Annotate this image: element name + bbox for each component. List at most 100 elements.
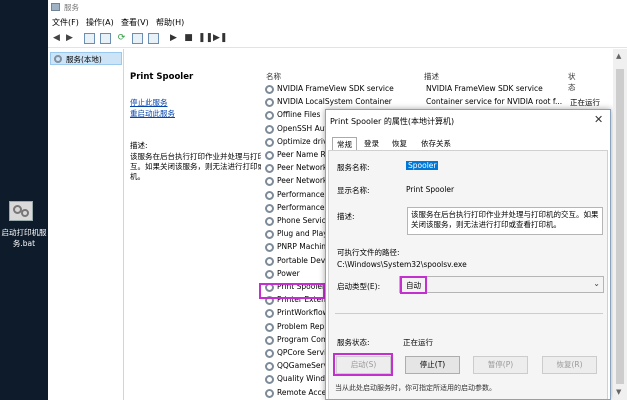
close-icon[interactable]: ✕ xyxy=(594,113,603,126)
gear-icon xyxy=(265,243,274,253)
gear-icon xyxy=(265,349,274,358)
service-name: Offline Files xyxy=(277,110,321,120)
gear-icon xyxy=(265,124,274,134)
gear-icon xyxy=(265,111,274,121)
gear-icon xyxy=(265,309,274,319)
menu-action[interactable]: 操作(A) xyxy=(86,17,114,28)
pause-button[interactable]: 暂停(P) xyxy=(473,356,528,374)
tree-item-services-local[interactable]: 服务(本地) xyxy=(50,52,122,65)
menu-file[interactable]: 文件(F) xyxy=(52,17,79,28)
description-box[interactable]: 该服务在后台执行打印作业并处理与打印机的交互。如果关闭该服务，则无法进行打印或查… xyxy=(407,207,603,235)
detail-title: Print Spooler xyxy=(130,72,194,82)
service-name: NVIDIA FrameView SDK service xyxy=(277,84,394,93)
scrollbar-thumb[interactable] xyxy=(616,69,624,384)
scroll-up-icon[interactable]: ▲ xyxy=(616,52,621,60)
startup-type-label: 启动类型(E): xyxy=(337,282,381,291)
service-status-value: 正在运行 xyxy=(403,338,433,347)
gear-icon xyxy=(265,269,274,279)
gear-icon xyxy=(265,322,274,332)
column-name[interactable]: 名称 xyxy=(266,71,281,82)
startup-type-value: 自动 xyxy=(400,276,427,294)
start-service-icon[interactable]: ▶ xyxy=(168,33,179,44)
desktop-icon-label-line2: 务.bat xyxy=(12,239,36,248)
vertical-scrollbar[interactable]: ▲ ▼ xyxy=(613,49,627,400)
service-name: QQGameServ xyxy=(277,361,329,371)
pause-service-icon[interactable]: ❚❚ xyxy=(198,33,213,44)
tree-item-label: 服务(本地) xyxy=(66,55,102,64)
bat-file-icon[interactable] xyxy=(9,201,33,221)
gear-icon xyxy=(265,362,274,372)
startup-type-select[interactable]: ⌄ xyxy=(399,276,604,293)
window-title: 服务 xyxy=(64,3,79,12)
start-button-highlight xyxy=(333,353,393,376)
display-name-value[interactable]: Print Spooler xyxy=(406,185,454,194)
service-name: OpenSSH Aut xyxy=(277,123,328,133)
dialog-title: Print Spooler 的属性(本地计算机) xyxy=(330,117,455,126)
properties-icon[interactable] xyxy=(100,33,111,44)
tab-logon[interactable]: 登录 xyxy=(360,137,383,150)
gear-icon xyxy=(265,164,274,174)
gear-icon xyxy=(265,256,274,266)
gear-icon xyxy=(265,335,274,345)
service-name-label: 服务名称: xyxy=(337,163,370,172)
properties-dialog: Print Spooler 的属性(本地计算机) ✕ 常规 登录 恢复 依存关系… xyxy=(325,109,611,400)
gear-icon xyxy=(265,177,274,187)
exe-path-value: C:\Windows\System32\spoolsv.exe xyxy=(337,260,467,269)
display-name-label: 显示名称: xyxy=(337,186,370,195)
show-tree-icon[interactable] xyxy=(84,33,95,44)
gear-icon xyxy=(265,137,274,147)
service-name: Peer Network xyxy=(277,163,328,173)
gear-icon xyxy=(265,388,274,398)
service-name: Peer Name R xyxy=(277,150,326,159)
chevron-down-icon: ⌄ xyxy=(593,279,600,288)
toolbar: ◀ ▶ ⟳ ▶ ■ ❚❚ ▶❚ xyxy=(48,30,627,48)
column-description[interactable]: 描述 xyxy=(424,71,439,82)
service-name: Plug and Play xyxy=(277,229,328,239)
service-name: NVIDIA LocalSystem Container xyxy=(277,97,392,107)
stop-button[interactable]: 停止(T) xyxy=(405,356,460,374)
tab-dependencies[interactable]: 依存关系 xyxy=(417,137,455,150)
refresh-icon[interactable]: ⟳ xyxy=(116,33,127,44)
desktop-icon-label[interactable]: 启动打印机服 务.bat xyxy=(0,227,48,249)
tab-general[interactable]: 常规 xyxy=(332,137,357,150)
service-name-value[interactable]: Spooler xyxy=(406,161,439,170)
tab-recovery[interactable]: 恢复 xyxy=(388,137,411,150)
stop-service-link[interactable]: 停止此服务 xyxy=(130,97,168,108)
service-name: PrintWorkflow xyxy=(277,308,329,318)
service-name: Program Com xyxy=(277,334,329,344)
stop-service-icon[interactable]: ■ xyxy=(183,33,194,44)
service-name: Problem Rep xyxy=(277,321,325,331)
menu-bar: 文件(F) 操作(A) 查看(V) 帮助(H) xyxy=(48,14,627,30)
menu-view[interactable]: 查看(V) xyxy=(121,17,149,28)
desktop-icon-label-line1: 启动打印机服 xyxy=(1,228,47,237)
description-label: 描述: xyxy=(337,212,355,221)
services-app-icon xyxy=(51,3,60,11)
gear-icon xyxy=(265,151,274,160)
back-arrow-icon[interactable]: ◀ xyxy=(51,33,62,44)
exe-path-label: 可执行文件的路径: xyxy=(337,248,400,257)
service-name: Optimize driv xyxy=(277,136,328,146)
service-name: Portable Devi xyxy=(277,255,328,265)
resume-button[interactable]: 恢复(R) xyxy=(542,356,597,374)
service-description: NVIDIA FrameView SDK service xyxy=(426,84,543,93)
service-name: Performance xyxy=(277,189,325,199)
scroll-down-icon[interactable]: ▼ xyxy=(616,388,621,396)
divider xyxy=(335,313,603,314)
service-name: Phone Servic xyxy=(277,216,326,225)
restart-service-link[interactable]: 重启动此服务 xyxy=(130,108,175,119)
gear-icon xyxy=(54,55,62,63)
gear-icon xyxy=(265,85,274,94)
start-parameters-hint: 当从此处启动服务时，你可指定所适用的启动参数。 xyxy=(335,384,496,392)
dialog-tabs: 常规 登录 恢复 依存关系 xyxy=(326,136,610,150)
restart-service-icon[interactable]: ▶❚ xyxy=(213,33,227,44)
table-row[interactable]: NVIDIA LocalSystem Container Container se… xyxy=(261,96,600,109)
service-name: Peer Network xyxy=(277,176,328,186)
gear-icon xyxy=(265,203,274,213)
table-row[interactable]: NVIDIA FrameView SDK service NVIDIA Frame… xyxy=(261,83,579,96)
help-icon[interactable] xyxy=(148,33,159,44)
service-status-label: 服务状态: xyxy=(337,338,370,347)
export-list-icon[interactable] xyxy=(132,33,143,44)
menu-help[interactable]: 帮助(H) xyxy=(156,17,184,28)
forward-arrow-icon[interactable]: ▶ xyxy=(64,33,75,44)
service-name: Power xyxy=(277,268,300,278)
